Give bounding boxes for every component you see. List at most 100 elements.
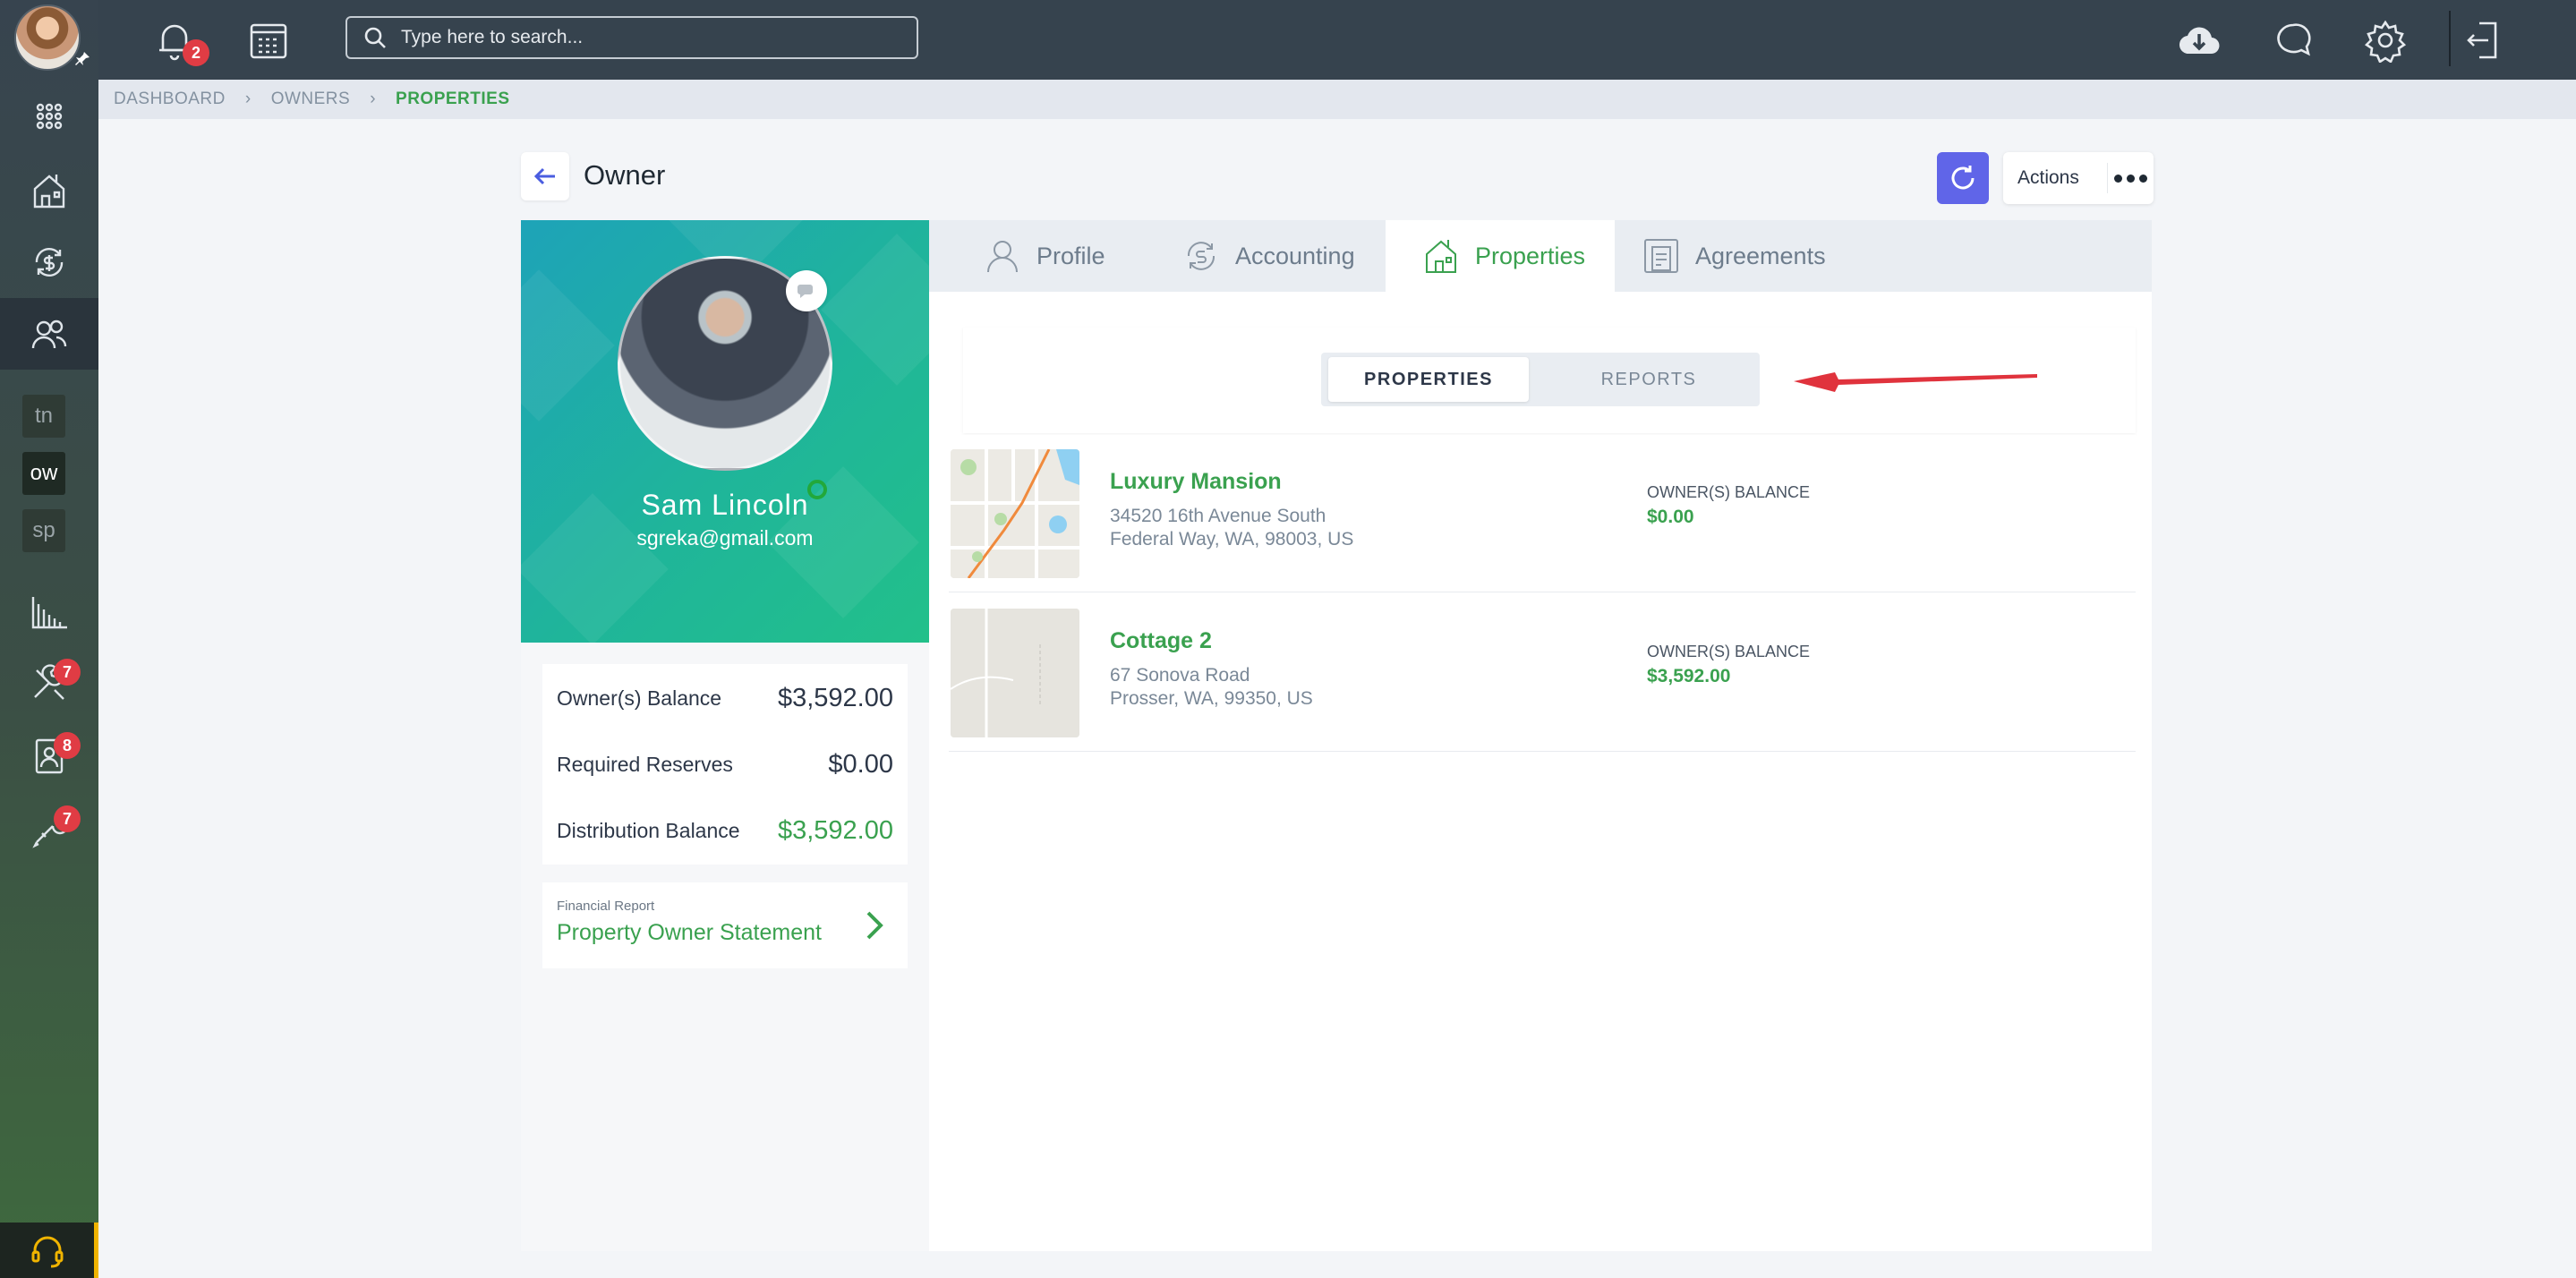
maintenance-badge: 7 — [54, 659, 81, 686]
refresh-button[interactable] — [1937, 152, 1989, 204]
house-icon — [1426, 240, 1456, 273]
distribution-balance-row: Distribution Balance $3,592.00 — [557, 816, 893, 846]
notifications-count-badge: 2 — [183, 39, 209, 66]
property-name[interactable]: Luxury Mansion — [1110, 469, 1282, 495]
message-owner-button[interactable] — [786, 270, 827, 311]
sidebar-properties[interactable] — [0, 155, 98, 226]
document-icon — [1644, 239, 1678, 273]
tab-label: Profile — [1036, 242, 1105, 269]
top-bar: 2 — [98, 0, 2576, 80]
address-line-1: 34520 16th Avenue South — [1110, 506, 1326, 526]
tab-accounting[interactable]: Accounting — [1181, 220, 1396, 292]
annotation-arrow-icon — [1794, 372, 2037, 392]
calendar-icon — [250, 23, 287, 59]
property-name[interactable]: Cottage 2 — [1110, 628, 1212, 654]
chat-bubble-icon — [798, 285, 813, 298]
gear-icon — [2364, 20, 2407, 64]
applications-badge: 8 — [54, 732, 81, 759]
tab-agreements[interactable]: Agreements — [1642, 220, 1856, 292]
money-cycle-icon — [35, 248, 64, 277]
breadcrumb: DASHBOARD › OWNERS › PROPERTIES — [98, 80, 2576, 119]
property-map-thumbnail — [951, 609, 1079, 737]
chevron-right-icon: › — [370, 89, 377, 108]
tab-label: Agreements — [1695, 242, 1826, 269]
balances-panel: Owner(s) Balance $3,592.00 Required Rese… — [542, 664, 908, 865]
calendar-button[interactable] — [246, 18, 291, 63]
refresh-icon — [1951, 166, 1975, 190]
sidebar-apps-grid[interactable] — [0, 81, 98, 152]
online-status-icon — [807, 480, 827, 499]
cloud-download-icon — [2179, 27, 2220, 55]
report-kicker: Financial Report — [557, 899, 655, 914]
pin-icon[interactable] — [73, 50, 91, 68]
property-row[interactable]: Cottage 2 67 Sonova Road Prosser, WA, 99… — [949, 594, 2136, 752]
user-avatar[interactable] — [14, 4, 81, 71]
property-balance-value: $3,592.00 — [1647, 666, 1731, 686]
arrow-left-icon — [533, 167, 555, 185]
segment-reports[interactable]: REPORTS — [1545, 357, 1753, 402]
sidebar-accounting[interactable] — [0, 226, 98, 298]
profile-panel: Sam Lincoln sgreka@gmail.com — [521, 220, 929, 643]
owner-card: Sam Lincoln sgreka@gmail.com Owner(s) Ba… — [521, 220, 2152, 1251]
sidebar-reports[interactable] — [0, 575, 98, 647]
sidebar-contacts[interactable] — [0, 298, 98, 370]
breadcrumb-properties: PROPERTIES — [396, 89, 510, 108]
owner-name: Sam Lincoln — [641, 489, 809, 521]
breadcrumb-owners[interactable]: OWNERS — [271, 89, 351, 109]
tab-profile[interactable]: Profile — [983, 220, 1153, 292]
more-dots-icon[interactable] — [2107, 163, 2154, 193]
owner-email: sgreka@gmail.com — [636, 526, 814, 550]
property-balance-label: OWNER(S) BALANCE — [1647, 643, 1811, 660]
property-row[interactable]: Luxury Mansion 34520 16th Avenue South F… — [949, 435, 2136, 592]
owner-tabs: Profile Accounting Properties Agreements — [929, 220, 2152, 292]
property-owner-statement-link[interactable]: Financial Report Property Owner Statemen… — [542, 882, 908, 968]
address-line-2: Prosser, WA, 99350, US — [1110, 688, 1313, 709]
address-line-2: Federal Way, WA, 98003, US — [1110, 529, 1354, 550]
headset-icon — [31, 1236, 63, 1268]
services-badge: 7 — [54, 805, 81, 832]
sidebar-applications[interactable] — [0, 720, 98, 792]
required-reserves-row: Required Reserves $0.00 — [557, 750, 893, 780]
property-address: 34520 16th Avenue South Federal Way, WA,… — [1110, 505, 1353, 551]
sidebar-maintenance[interactable] — [0, 647, 98, 719]
tab-properties[interactable]: Properties — [1386, 220, 1615, 292]
actions-dropdown[interactable]: Actions — [2003, 152, 2154, 204]
property-map-thumbnail — [951, 449, 1079, 578]
logout-icon — [2467, 21, 2497, 59]
chat-icon — [2277, 23, 2311, 56]
address-line-1: 67 Sonova Road — [1110, 665, 1250, 686]
report-title: Property Owner Statement — [557, 920, 822, 945]
balance-value: $0.00 — [828, 750, 893, 779]
sidebar-services[interactable] — [0, 794, 98, 865]
settings-button[interactable] — [2363, 18, 2408, 64]
sidebar-tag-sp[interactable]: sp — [22, 509, 65, 552]
back-button[interactable] — [521, 152, 569, 200]
breadcrumb-dashboard[interactable]: DASHBOARD — [114, 89, 226, 109]
search-input[interactable] — [401, 27, 902, 48]
search-bar[interactable] — [345, 16, 918, 59]
chevron-right-icon — [861, 907, 888, 943]
user-icon — [987, 241, 1018, 273]
owner-summary-column: Sam Lincoln sgreka@gmail.com Owner(s) Ba… — [521, 220, 929, 1251]
chevron-right-icon: › — [244, 89, 252, 108]
balance-value: $3,592.00 — [777, 684, 893, 712]
building-icon — [33, 175, 65, 209]
sidebar-tag-ow[interactable]: ow — [22, 452, 65, 495]
property-address: 67 Sonova Road Prosser, WA, 99350, US — [1110, 664, 1313, 711]
search-icon — [364, 27, 386, 48]
view-switcher-panel: PROPERTIES REPORTS — [963, 328, 2136, 433]
topbar-divider — [2449, 11, 2451, 66]
sidebar: tn ow sp 7 8 7 — [0, 0, 98, 1278]
support-button[interactable] — [0, 1223, 98, 1278]
users-icon — [31, 320, 67, 349]
money-cycle-icon — [1187, 242, 1215, 270]
download-button[interactable] — [2177, 18, 2222, 63]
balance-label: Required Reserves — [557, 753, 733, 776]
balance-label: Owner(s) Balance — [557, 686, 722, 710]
tab-label: Accounting — [1235, 242, 1355, 269]
sidebar-tag-tn[interactable]: tn — [22, 395, 65, 438]
chat-button[interactable] — [2271, 18, 2316, 63]
logout-button[interactable] — [2461, 18, 2506, 63]
balance-value: $3,592.00 — [777, 816, 893, 845]
segment-properties[interactable]: PROPERTIES — [1328, 357, 1529, 402]
